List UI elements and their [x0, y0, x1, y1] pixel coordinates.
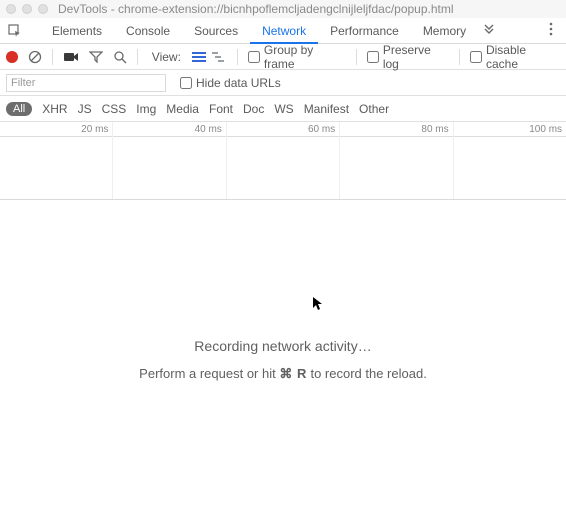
type-manifest[interactable]: Manifest — [304, 102, 349, 116]
clear-button[interactable] — [28, 50, 42, 64]
window-titlebar: DevTools - chrome-extension://bicnhpofle… — [0, 0, 566, 18]
large-rows-button[interactable] — [191, 50, 207, 64]
timeline-overview[interactable]: 20 ms 40 ms 60 ms 80 ms 100 ms — [0, 122, 566, 200]
hint-key: ⌘ R — [279, 366, 307, 381]
search-button[interactable] — [113, 50, 127, 64]
disable-cache-checkbox[interactable]: Disable cache — [470, 43, 560, 71]
preserve-log-label: Preserve log — [383, 43, 449, 71]
toolbar-divider — [137, 49, 138, 65]
inspect-element-button[interactable] — [4, 20, 26, 42]
type-all[interactable]: All — [6, 102, 32, 116]
type-media[interactable]: Media — [166, 102, 199, 116]
filter-input[interactable] — [6, 74, 166, 92]
hide-data-urls-checkbox[interactable]: Hide data URLs — [180, 76, 281, 90]
group-by-frame-checkbox[interactable]: Group by frame — [248, 43, 346, 71]
type-font[interactable]: Font — [209, 102, 233, 116]
timeline-tick: 20 ms — [81, 124, 108, 135]
type-js[interactable]: JS — [78, 102, 92, 116]
toolbar-divider — [237, 49, 238, 65]
network-toolbar: View: Group by frame Preserve log Disabl… — [0, 44, 566, 70]
view-toggle-group — [191, 50, 227, 64]
request-type-bar: All XHR JS CSS Img Media Font Doc WS Man… — [0, 96, 566, 122]
hint-suffix: to record the reload. — [307, 366, 427, 381]
type-ws[interactable]: WS — [274, 102, 293, 116]
hide-data-urls-label: Hide data URLs — [196, 76, 281, 90]
view-label: View: — [152, 50, 181, 64]
tab-performance[interactable]: Performance — [318, 18, 411, 44]
tab-console[interactable]: Console — [114, 18, 182, 44]
recording-message: Recording network activity… — [194, 338, 371, 354]
cursor-icon — [312, 296, 324, 315]
type-doc[interactable]: Doc — [243, 102, 264, 116]
zoom-window-icon[interactable] — [38, 4, 48, 14]
network-content-empty: Recording network activity… Perform a re… — [0, 200, 566, 520]
tab-sources[interactable]: Sources — [182, 18, 250, 44]
traffic-lights — [6, 4, 48, 14]
toolbar-divider — [356, 49, 357, 65]
reload-hint: Perform a request or hit ⌘ R to record t… — [139, 366, 427, 382]
type-img[interactable]: Img — [136, 102, 156, 116]
hint-prefix: Perform a request or hit — [139, 366, 279, 381]
waterfall-button[interactable] — [211, 50, 227, 64]
toolbar-divider — [52, 49, 53, 65]
type-css[interactable]: CSS — [102, 102, 127, 116]
tab-network[interactable]: Network — [250, 18, 318, 44]
filter-bar: Hide data URLs — [0, 70, 566, 96]
timeline-tick: 100 ms — [529, 124, 562, 135]
type-xhr[interactable]: XHR — [42, 102, 67, 116]
tab-elements[interactable]: Elements — [40, 18, 114, 44]
screenshot-button[interactable] — [63, 51, 79, 63]
timeline-tick: 60 ms — [308, 124, 335, 135]
close-window-icon[interactable] — [6, 4, 16, 14]
filter-toggle-button[interactable] — [89, 51, 103, 63]
group-by-frame-label: Group by frame — [264, 43, 346, 71]
toolbar-divider — [459, 49, 460, 65]
window-title: DevTools - chrome-extension://bicnhpofle… — [58, 2, 454, 16]
disable-cache-label: Disable cache — [486, 43, 560, 71]
kebab-menu-button[interactable] — [540, 22, 562, 39]
timeline-tick: 40 ms — [195, 124, 222, 135]
tab-memory[interactable]: Memory — [411, 18, 478, 44]
more-tabs-button[interactable] — [478, 23, 500, 38]
type-other[interactable]: Other — [359, 102, 389, 116]
devtools-tabbar: Elements Console Sources Network Perform… — [0, 18, 566, 44]
preserve-log-checkbox[interactable]: Preserve log — [367, 43, 449, 71]
timeline-tick: 80 ms — [421, 124, 448, 135]
minimize-window-icon[interactable] — [22, 4, 32, 14]
record-button[interactable] — [6, 51, 18, 63]
